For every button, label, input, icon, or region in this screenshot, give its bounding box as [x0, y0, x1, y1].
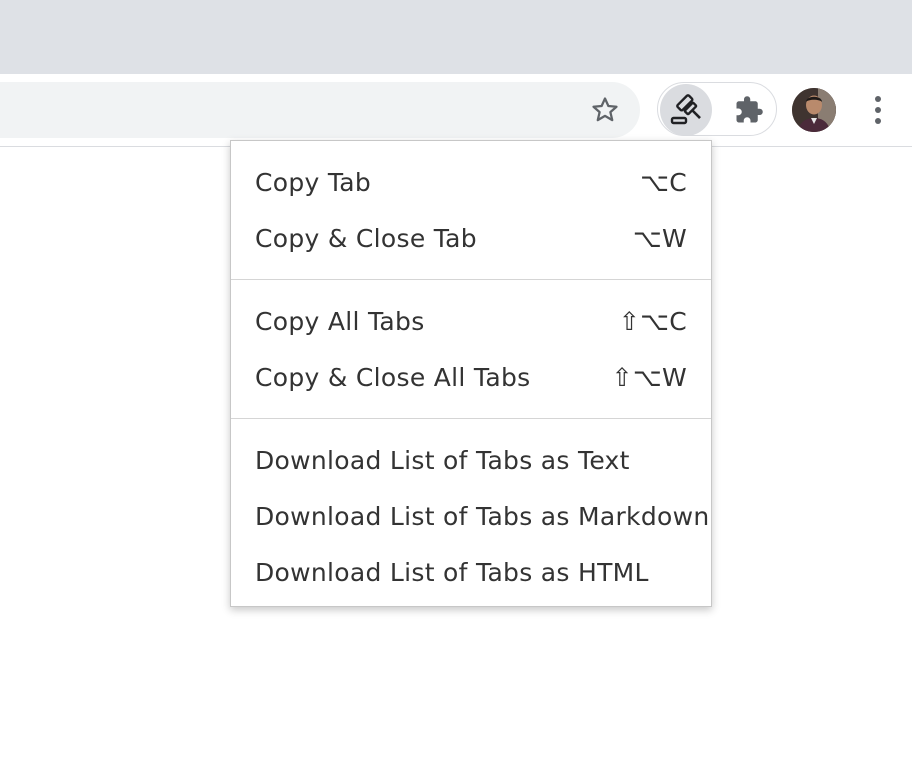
menu-item-label: Copy & Close Tab — [255, 223, 477, 253]
profile-avatar[interactable] — [792, 88, 836, 132]
extension-context-menu: Copy Tab ⌥C Copy & Close Tab ⌥W Copy All… — [230, 140, 712, 607]
menu-item-shortcut: ⇧⌥C — [618, 306, 687, 336]
tab-strip — [0, 0, 912, 74]
address-bar[interactable] — [0, 82, 640, 138]
menu-item-copy-close-all-tabs[interactable]: Copy & Close All Tabs ⇧⌥W — [231, 349, 711, 405]
menu-item-download-text[interactable]: Download List of Tabs as Text — [231, 432, 711, 488]
menu-section-copy-all: Copy All Tabs ⇧⌥C Copy & Close All Tabs … — [231, 280, 711, 418]
chrome-menu-button[interactable] — [860, 88, 896, 132]
menu-item-copy-tab[interactable]: Copy Tab ⌥C — [231, 154, 711, 210]
menu-item-download-markdown[interactable]: Download List of Tabs as Markdown — [231, 488, 711, 544]
menu-section-copy-tab: Copy Tab ⌥C Copy & Close Tab ⌥W — [231, 141, 711, 279]
menu-item-copy-close-tab[interactable]: Copy & Close Tab ⌥W — [231, 210, 711, 266]
extensions-menu-button[interactable] — [725, 86, 773, 134]
menu-item-label: Copy & Close All Tabs — [255, 362, 531, 392]
puzzle-icon — [736, 96, 763, 123]
menu-item-label: Download List of Tabs as Markdown — [255, 501, 710, 531]
menu-item-label: Download List of Tabs as HTML — [255, 557, 649, 587]
tab-copy-extension-button[interactable] — [660, 84, 712, 136]
browser-toolbar — [0, 74, 912, 147]
menu-item-download-html[interactable]: Download List of Tabs as HTML — [231, 544, 711, 600]
menu-item-label: Copy Tab — [255, 167, 372, 197]
menu-section-download: Download List of Tabs as Text Download L… — [231, 419, 711, 613]
menu-item-label: Download List of Tabs as Text — [255, 445, 630, 475]
vertical-dots-icon — [875, 96, 881, 102]
menu-item-shortcut: ⌥W — [632, 223, 687, 253]
menu-item-shortcut: ⇧⌥W — [611, 362, 687, 392]
menu-item-label: Copy All Tabs — [255, 306, 425, 336]
menu-item-shortcut: ⌥C — [640, 167, 687, 197]
bookmark-star-button[interactable] — [584, 89, 626, 131]
profile-photo — [792, 88, 836, 132]
star-outline-icon — [592, 97, 618, 122]
gavel-icon — [670, 94, 701, 125]
menu-item-copy-all-tabs[interactable]: Copy All Tabs ⇧⌥C — [231, 293, 711, 349]
